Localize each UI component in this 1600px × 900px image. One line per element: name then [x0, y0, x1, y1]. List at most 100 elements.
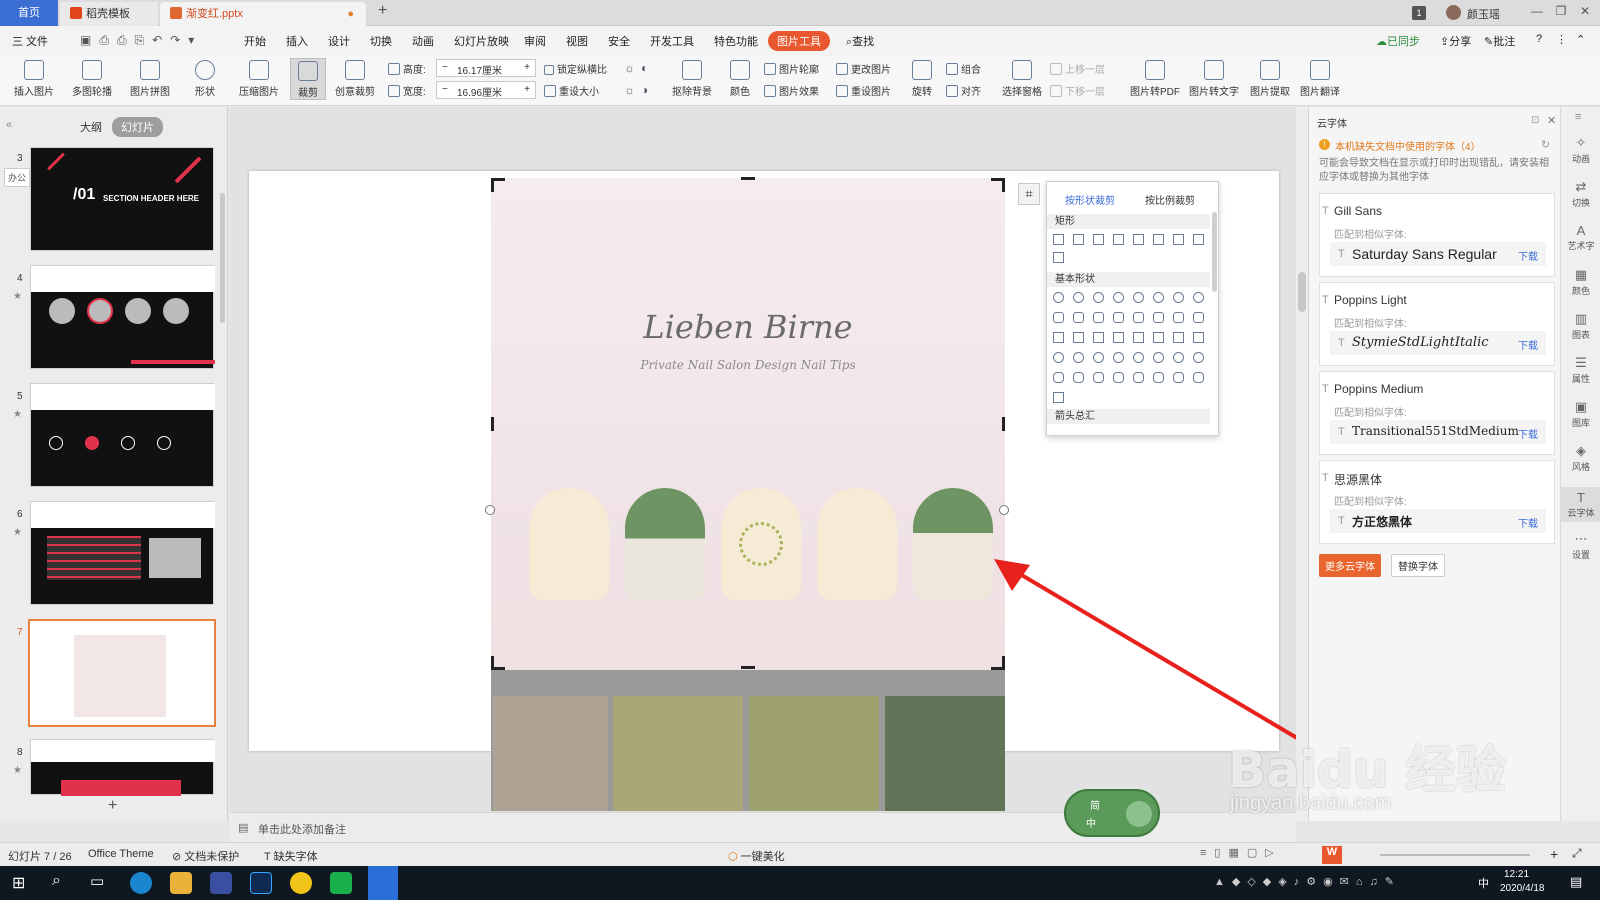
download-link[interactable]: 下载 — [1518, 515, 1538, 530]
menu-developer[interactable]: 开发工具 — [650, 33, 694, 49]
crop-shape-option[interactable] — [1133, 234, 1144, 245]
view-mode-icons[interactable]: ≡▯▦▢▷ — [1200, 846, 1282, 859]
tab-document[interactable]: 渐变红.pptx ● — [160, 2, 366, 26]
user-name[interactable]: 颜玉瑶 — [1467, 6, 1500, 22]
crop-shape-option[interactable] — [1153, 312, 1164, 323]
tool-6[interactable]: ▣ 图库 — [1561, 399, 1600, 429]
rotate-button[interactable]: 旋转 — [904, 60, 940, 98]
crop-shape-option[interactable] — [1153, 372, 1164, 383]
crop-shape-option[interactable] — [1133, 372, 1144, 383]
tray-icons[interactable]: ▲◆◇◆◈♪⚙◉✉⌂♫✎ — [1214, 875, 1401, 888]
wps-icon[interactable]: W — [1322, 846, 1342, 864]
crop-shape-option[interactable] — [1053, 372, 1064, 383]
crop-shape-option[interactable] — [1093, 312, 1104, 323]
slide-thumb-8[interactable] — [30, 739, 215, 796]
crop-shape-option[interactable] — [1133, 352, 1144, 363]
new-tab-icon[interactable]: + — [378, 2, 387, 20]
tab-crop-by-shape[interactable]: 按形状裁剪 — [1065, 192, 1115, 207]
fit-window-icon[interactable]: ⤢ — [1572, 846, 1582, 861]
crop-shape-option[interactable] — [1113, 352, 1124, 363]
crop-shape-option[interactable] — [1093, 332, 1104, 343]
avatar[interactable] — [1446, 5, 1461, 20]
tool-4[interactable]: ▥ 图表 — [1561, 311, 1600, 341]
reset-size-button[interactable]: 重设大小 — [544, 83, 599, 98]
group-button[interactable]: 组合 — [946, 61, 981, 76]
ime-widget[interactable]: 简 中 — [1064, 789, 1160, 837]
minimize-icon[interactable]: — — [1528, 4, 1546, 22]
height-decrement-icon[interactable]: − — [442, 62, 448, 73]
picture-outline-button[interactable]: 图片轮廓 — [764, 61, 819, 76]
crop-shape-option[interactable] — [1053, 392, 1064, 403]
quick-access-toolbar[interactable]: ▣⎙⎙⎘↶↷▾ — [80, 33, 202, 48]
width-increment-icon[interactable]: + — [524, 84, 530, 95]
search-icon[interactable]: ⌕ — [52, 872, 61, 890]
crop-shape-option[interactable] — [1173, 312, 1184, 323]
more-cloud-fonts-button[interactable]: 更多云字体 — [1319, 554, 1381, 577]
crop-shape-option[interactable] — [1093, 234, 1104, 245]
slide-thumb-5[interactable] — [30, 383, 215, 487]
pin-icon[interactable]: ⊡ — [1531, 115, 1539, 126]
crop-shape-option[interactable] — [1153, 352, 1164, 363]
align-button[interactable]: 对齐 — [946, 83, 981, 98]
tab-home[interactable]: 首页 — [0, 0, 58, 26]
tool-2[interactable]: A 艺术字 — [1561, 223, 1600, 252]
tool-3[interactable]: ▦ 颜色 — [1561, 267, 1600, 297]
slide-thumb-6[interactable] — [30, 501, 215, 605]
tool-7[interactable]: ◈ 风格 — [1561, 443, 1600, 473]
menu-start[interactable]: 开始 — [244, 33, 266, 49]
crop-shape-option[interactable] — [1073, 352, 1084, 363]
file-menu[interactable]: 三 文件 — [12, 33, 48, 49]
notification-icon[interactable]: ▤ — [1570, 874, 1582, 890]
crop-shape-option[interactable] — [1113, 292, 1124, 303]
collage-button[interactable]: 图片拼图 — [122, 60, 178, 98]
download-link[interactable]: 下载 — [1518, 426, 1538, 441]
menu-view[interactable]: 视图 — [566, 33, 588, 49]
crop-shape-option[interactable] — [1193, 234, 1204, 245]
matched-font-row[interactable]: T StymieStdLightItalic 下载 — [1330, 331, 1546, 355]
download-link[interactable]: 下载 — [1518, 248, 1538, 263]
crop-handle-top[interactable] — [741, 177, 755, 180]
photoshop-icon[interactable] — [250, 872, 272, 894]
office-side-tab[interactable]: 办公 — [4, 168, 31, 187]
insert-picture-button[interactable]: 插入图片 — [8, 60, 60, 98]
crop-shape-option[interactable] — [1093, 292, 1104, 303]
menu-insert[interactable]: 插入 — [286, 33, 308, 49]
matched-font-row[interactable]: T 方正悠黑体 下载 — [1330, 509, 1546, 533]
share-button[interactable]: ⇪分享 — [1440, 33, 1471, 49]
width-decrement-icon[interactable]: − — [442, 84, 448, 95]
crop-shape-option[interactable] — [1073, 332, 1084, 343]
crop-handle-tr[interactable] — [991, 178, 1005, 192]
crop-shape-option[interactable] — [1193, 352, 1204, 363]
page-indicator[interactable]: 1 — [1412, 6, 1426, 20]
app-icon[interactable] — [290, 872, 312, 894]
menu-slideshow[interactable]: 幻灯片放映 — [454, 33, 509, 49]
width-value[interactable]: 16.96厘米 — [457, 84, 502, 99]
tool-5[interactable]: ☰ 属性 — [1561, 355, 1600, 385]
replace-font-button[interactable]: 替换字体 — [1391, 554, 1445, 577]
crop-shape-option[interactable] — [1053, 252, 1064, 263]
crop-shape-option[interactable] — [1193, 312, 1204, 323]
adjust-icons[interactable]: ☼◐ — [624, 61, 654, 75]
crop-handle-left[interactable] — [491, 417, 494, 431]
zoom-slider[interactable] — [1380, 854, 1530, 856]
crop-shape-option[interactable] — [1093, 352, 1104, 363]
crop-shape-option[interactable] — [1193, 332, 1204, 343]
ime-indicator[interactable]: 中 — [1478, 875, 1489, 891]
refresh-icon[interactable]: ↻ — [1541, 138, 1550, 151]
crop-shape-option[interactable] — [1113, 312, 1124, 323]
menu-features[interactable]: 特色功能 — [714, 33, 758, 49]
crop-shape-option[interactable] — [1093, 372, 1104, 383]
menu-security[interactable]: 安全 — [608, 33, 630, 49]
extract-button[interactable]: 图片提取 — [1246, 60, 1294, 98]
download-link[interactable]: 下载 — [1518, 337, 1538, 352]
canvas-scrollbar[interactable] — [1296, 107, 1308, 821]
crop-toggle-icon[interactable]: ⌗ — [1018, 183, 1040, 205]
more-icon[interactable]: ⋮ — [1556, 33, 1567, 46]
slide-thumb-4[interactable] — [30, 265, 215, 369]
crop-shape-option[interactable] — [1133, 332, 1144, 343]
crop-shape-option[interactable] — [1113, 332, 1124, 343]
comment-button[interactable]: ✎批注 — [1484, 33, 1515, 49]
edge-icon[interactable] — [130, 872, 152, 894]
crop-shape-option[interactable] — [1173, 352, 1184, 363]
pane-close-icon[interactable]: ✕ — [1547, 114, 1556, 127]
